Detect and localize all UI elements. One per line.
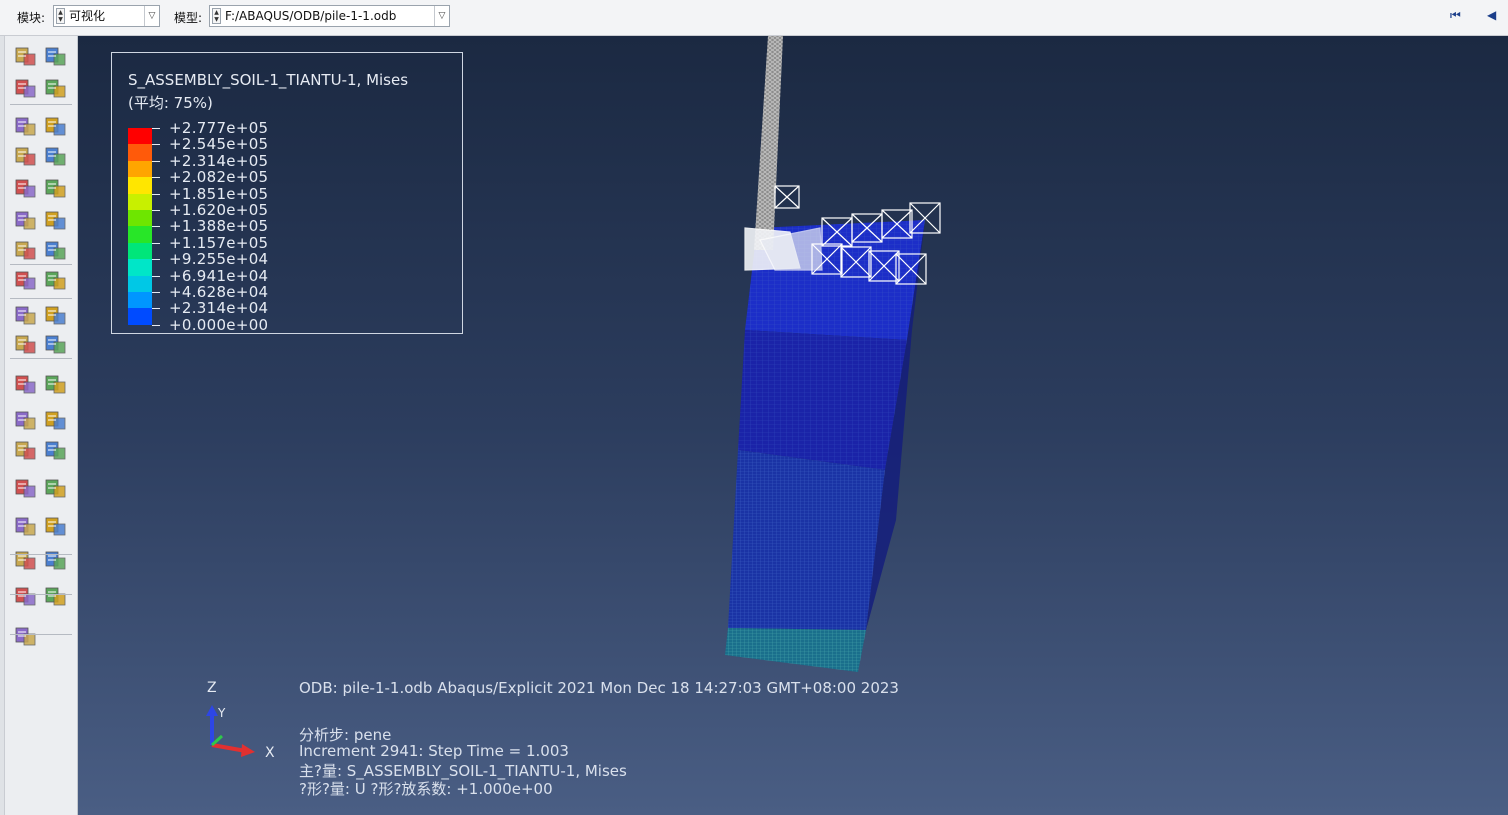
legend-tick <box>152 308 160 310</box>
legend-value: +2.314e+05 <box>169 151 269 170</box>
legend-swatch <box>128 144 152 161</box>
pile <box>754 36 783 250</box>
legend-tick <box>152 177 160 179</box>
legend-swatch <box>128 177 152 194</box>
legend-tick <box>152 210 160 211</box>
legend-value: +1.388e+05 <box>169 217 269 236</box>
legend-value: +0.000e+00 <box>169 315 269 334</box>
legend-subtitle: (平均: 75%) <box>128 94 213 112</box>
legend-value: +2.777e+05 <box>169 119 269 137</box>
legend-value: +1.851e+05 <box>169 184 269 203</box>
contour-legend[interactable]: S_ASSEMBLY_SOIL-1_TIANTU-1, Mises (平均: 7… <box>111 52 463 334</box>
legend-swatch <box>128 193 152 210</box>
legend-swatch <box>128 259 152 276</box>
view-triad <box>206 705 255 757</box>
triad-y-label: Y <box>218 706 226 720</box>
legend-value: +2.082e+05 <box>169 168 269 187</box>
legend-value: +4.628e+04 <box>169 283 269 301</box>
legend-value: +6.941e+04 <box>169 266 269 285</box>
triad-z-label: Z <box>207 680 217 696</box>
legend-title: S_ASSEMBLY_SOIL-1_TIANTU-1, Mises <box>128 71 409 89</box>
legend-tick <box>152 259 160 261</box>
legend-tick <box>152 160 160 162</box>
legend-swatch <box>128 128 152 145</box>
legend-swatch <box>128 242 152 260</box>
triad-x-label: X <box>265 745 275 761</box>
legend-swatch <box>128 292 152 309</box>
legend-swatch <box>128 160 152 178</box>
odb-info: ODB: pile-1-1.odb Abaqus/Explicit 2021 M… <box>299 679 899 697</box>
legend-tick <box>152 324 160 326</box>
soil-block <box>725 220 925 672</box>
legend-tick <box>152 193 160 195</box>
legend-tick <box>152 128 160 129</box>
legend-swatch <box>128 210 152 227</box>
legend-value: +1.620e+05 <box>169 201 269 219</box>
legend-swatch <box>128 308 152 325</box>
legend-tick <box>152 242 160 244</box>
legend-tick <box>152 144 160 146</box>
legend-value: +2.314e+04 <box>169 299 269 318</box>
deformed-variable-info: ?形?量: U ?形?放系数: +1.000e+00 <box>299 780 553 798</box>
legend-swatch <box>128 275 152 292</box>
legend-value: +1.157e+05 <box>169 233 269 252</box>
legend-value: +9.255e+04 <box>169 250 269 269</box>
legend-tick <box>152 226 160 228</box>
legend-tick <box>152 292 160 293</box>
increment-info: Increment 2941: Step Time = 1.003 <box>299 742 569 760</box>
legend-value: +2.545e+05 <box>169 135 269 154</box>
legend-swatch <box>128 226 152 243</box>
legend-tick <box>152 275 160 277</box>
